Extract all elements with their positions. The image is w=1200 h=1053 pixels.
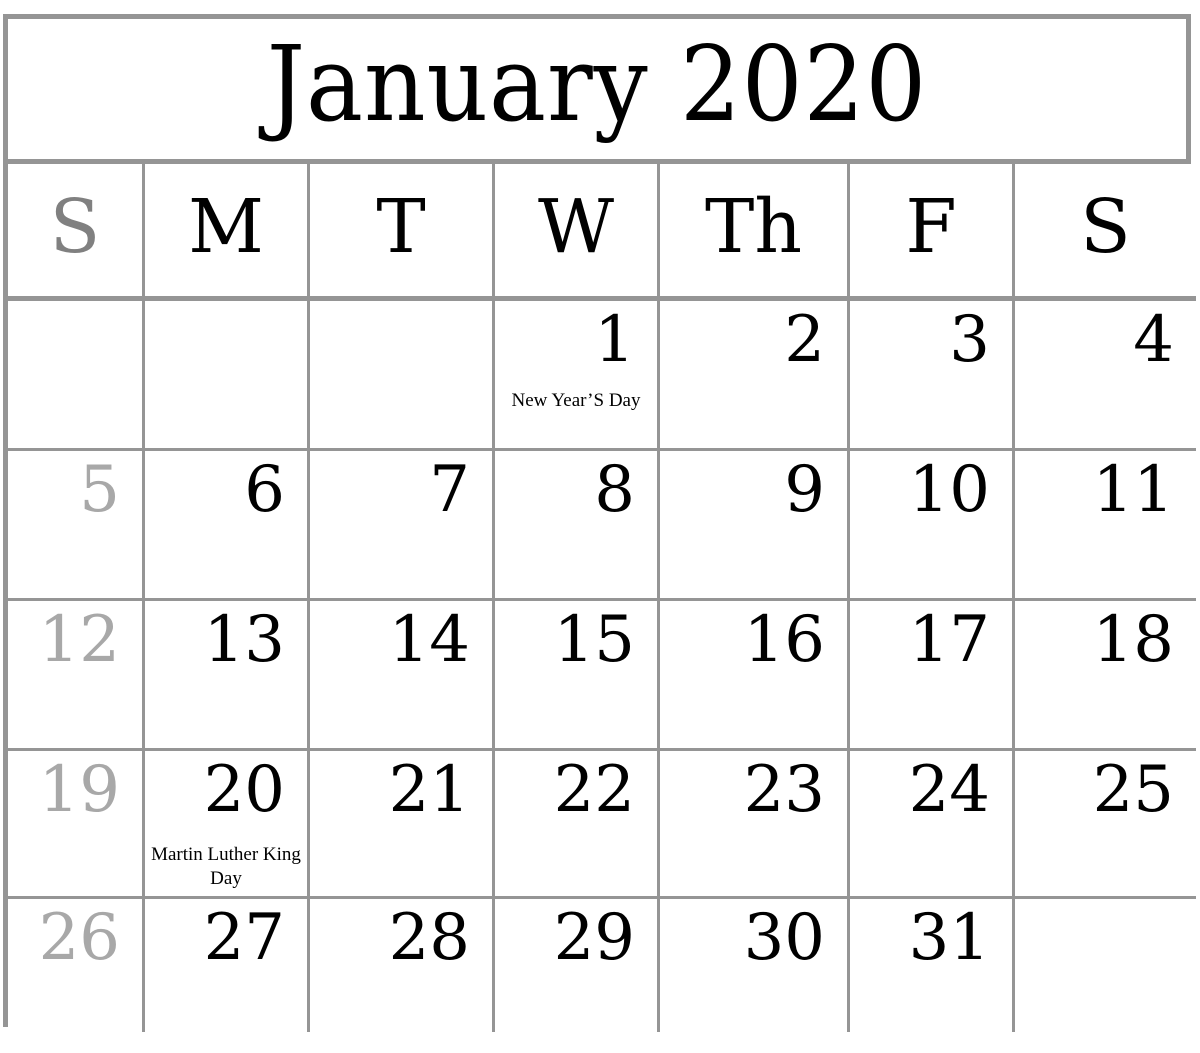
weekday-header-saturday: S	[1015, 164, 1196, 301]
day-number: 1	[594, 303, 635, 377]
weekday-header-sunday: S	[8, 164, 145, 301]
day-cell-8[interactable]: 8	[495, 451, 660, 601]
weekday-header-monday: M	[145, 164, 310, 301]
day-number: 18	[1092, 603, 1174, 677]
day-number: 13	[203, 603, 285, 677]
day-number: 29	[553, 901, 635, 975]
day-number: 28	[388, 901, 470, 975]
day-cell-23[interactable]: 23	[660, 751, 850, 899]
day-cell-15[interactable]: 15	[495, 601, 660, 751]
day-number: 20	[203, 753, 285, 827]
day-cell-empty	[310, 301, 495, 451]
weekday-header-label: Th	[704, 184, 803, 270]
day-number: 10	[908, 453, 990, 527]
day-cell-21[interactable]: 21	[310, 751, 495, 899]
day-number: 3	[949, 303, 990, 377]
calendar-grid: S M T W Th F S 1 New Year’S Day 2 3 4 5 6 7 8 9 10 11 12 13 1…	[3, 159, 1196, 1032]
day-number: 11	[1092, 453, 1174, 527]
day-number: 15	[553, 603, 635, 677]
day-number: 5	[79, 453, 120, 527]
day-number: 9	[784, 453, 825, 527]
day-number: 23	[743, 753, 825, 827]
weekday-header-label: W	[537, 184, 615, 270]
day-cell-16[interactable]: 16	[660, 601, 850, 751]
day-number: 25	[1092, 753, 1174, 827]
day-number: 27	[203, 901, 285, 975]
day-number: 19	[38, 753, 120, 827]
day-number: 22	[553, 753, 635, 827]
day-cell-22[interactable]: 22	[495, 751, 660, 899]
day-cell-27[interactable]: 27	[145, 899, 310, 1032]
day-cell-empty	[145, 301, 310, 451]
weekday-header-label: F	[905, 184, 957, 270]
day-cell-13[interactable]: 13	[145, 601, 310, 751]
day-number: 21	[388, 753, 470, 827]
calendar-title: January 2020	[266, 23, 928, 145]
calendar: January 2020 S M T W Th F S 1 New Year’S Day 2 3 4 5…	[3, 14, 1196, 1032]
day-cell-18[interactable]: 18	[1015, 601, 1196, 751]
day-number: 30	[743, 901, 825, 975]
weekday-header-label: S	[49, 184, 101, 270]
day-cell-25[interactable]: 25	[1015, 751, 1196, 899]
day-number: 4	[1133, 303, 1174, 377]
day-cell-12[interactable]: 12	[8, 601, 145, 751]
day-cell-31[interactable]: 31	[850, 899, 1015, 1032]
calendar-title-bar: January 2020	[3, 14, 1191, 164]
day-cell-26[interactable]: 26	[8, 899, 145, 1032]
day-event-label: Martin Luther King Day	[151, 844, 301, 890]
day-cell-11[interactable]: 11	[1015, 451, 1196, 601]
day-number: 2	[784, 303, 825, 377]
day-cell-14[interactable]: 14	[310, 601, 495, 751]
day-cell-17[interactable]: 17	[850, 601, 1015, 751]
day-cell-30[interactable]: 30	[660, 899, 850, 1032]
day-cell-19[interactable]: 19	[8, 751, 145, 899]
day-number: 6	[244, 453, 285, 527]
weekday-header-label: M	[188, 184, 264, 270]
weekday-header-label: T	[376, 184, 426, 270]
day-cell-1[interactable]: 1 New Year’S Day	[495, 301, 660, 451]
day-cell-4[interactable]: 4	[1015, 301, 1196, 451]
day-cell-7[interactable]: 7	[310, 451, 495, 601]
day-cell-3[interactable]: 3	[850, 301, 1015, 451]
day-cell-9[interactable]: 9	[660, 451, 850, 601]
day-number: 31	[908, 901, 990, 975]
weekday-header-wednesday: W	[495, 164, 660, 301]
day-number: 17	[908, 603, 990, 677]
weekday-header-friday: F	[850, 164, 1015, 301]
day-number: 12	[38, 603, 120, 677]
day-number: 26	[38, 901, 120, 975]
day-cell-29[interactable]: 29	[495, 899, 660, 1032]
day-cell-24[interactable]: 24	[850, 751, 1015, 899]
weekday-header-tuesday: T	[310, 164, 495, 301]
day-cell-20[interactable]: 20 Martin Luther King Day	[145, 751, 310, 899]
day-number: 8	[594, 453, 635, 527]
day-number: 16	[743, 603, 825, 677]
day-number: 24	[908, 753, 990, 827]
day-cell-28[interactable]: 28	[310, 899, 495, 1032]
day-number: 7	[429, 453, 470, 527]
day-cell-2[interactable]: 2	[660, 301, 850, 451]
day-cell-empty	[8, 301, 145, 451]
weekday-header-label: S	[1080, 184, 1131, 270]
weekday-header-thursday: Th	[660, 164, 850, 301]
day-number: 14	[388, 603, 470, 677]
day-cell-10[interactable]: 10	[850, 451, 1015, 601]
day-cell-empty	[1015, 899, 1196, 1032]
day-cell-6[interactable]: 6	[145, 451, 310, 601]
day-event-label: New Year’S Day	[511, 390, 641, 411]
day-cell-5[interactable]: 5	[8, 451, 145, 601]
